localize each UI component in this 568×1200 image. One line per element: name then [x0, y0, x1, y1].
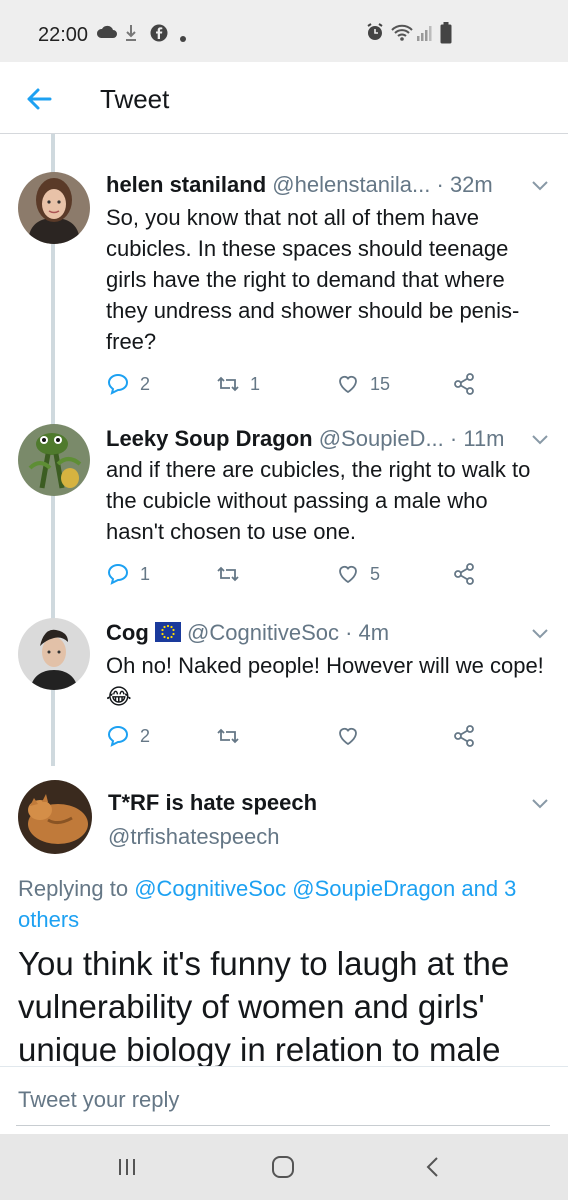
avatar[interactable]: [18, 172, 90, 244]
chevron-down-icon[interactable]: [530, 432, 550, 446]
display-name[interactable]: Cog: [106, 620, 149, 645]
display-name[interactable]: T*RF is hate speech: [108, 790, 317, 816]
top-app-bar: Tweet: [0, 62, 568, 134]
heart-icon: [339, 565, 357, 584]
reply-input[interactable]: Tweet your reply: [18, 1087, 179, 1113]
retweet-icon: [217, 566, 239, 582]
reply-button[interactable]: 2: [106, 372, 150, 396]
tweet-text: So, you know that not all of them have c…: [106, 205, 520, 354]
status-bar: 22:00: [0, 0, 568, 62]
reply-count: 1: [140, 563, 151, 584]
eu-flag-icon: [154, 622, 181, 648]
tweet-text-container: Oh no! Naked people! However will we cop…: [106, 650, 551, 712]
alarm-icon: [365, 22, 385, 47]
tweet-leeky[interactable]: Leeky Soup Dragon @SoupieD... · 11m and …: [0, 414, 568, 604]
retweet-button[interactable]: 1: [216, 372, 260, 396]
chevron-down-icon[interactable]: [530, 626, 550, 640]
download-icon: [124, 24, 138, 47]
facebook-icon: [150, 24, 168, 47]
retweet-button[interactable]: [216, 562, 250, 586]
tweet-time: · 4m: [345, 620, 390, 645]
retweet-button[interactable]: [216, 724, 240, 748]
user-handle[interactable]: @trfishatespeech: [108, 824, 280, 850]
avatar[interactable]: [18, 424, 90, 496]
reply-icon: [107, 373, 129, 395]
tweet-header: helen staniland @helenstanila... · 32m: [106, 172, 493, 198]
share-button[interactable]: [452, 724, 476, 748]
tweet-actions: 2 1 15: [106, 372, 546, 396]
display-name[interactable]: Leeky Soup Dragon: [106, 426, 313, 451]
share-button[interactable]: [452, 372, 476, 396]
wifi-icon: [390, 22, 414, 47]
retweet-count: 1: [250, 373, 261, 394]
reply-button[interactable]: 2: [106, 724, 150, 748]
tweet-header: Cog @CognitiveSoc · 4m: [106, 620, 389, 648]
signal-icon: [416, 24, 434, 47]
reply-count: 2: [140, 725, 151, 746]
avatar[interactable]: [18, 618, 90, 690]
divider: [16, 1125, 550, 1126]
share-icon: [454, 563, 474, 585]
chevron-down-icon[interactable]: [530, 178, 550, 192]
arrow-left-icon[interactable]: [22, 82, 56, 116]
focused-tweet-text: You think it's funny to laugh at the vul…: [18, 945, 510, 1066]
retweet-icon: [217, 728, 239, 744]
like-button[interactable]: 5: [336, 562, 380, 586]
laughing-emoji: 😂: [106, 684, 132, 709]
like-count: 15: [370, 373, 391, 394]
reply-bar: Tweet your reply: [0, 1066, 568, 1134]
tweet-text: Oh no! Naked people! However will we cop…: [106, 653, 544, 678]
heart-icon: [339, 727, 357, 746]
heart-icon: [339, 375, 357, 394]
reply-icon: [107, 725, 129, 747]
home-icon[interactable]: [268, 1152, 298, 1182]
tweet-cog[interactable]: Cog @CognitiveSoc · 4m Oh no! Naked peop…: [0, 604, 568, 766]
battery-icon: [440, 22, 452, 49]
replying-prefix: Replying to: [18, 876, 135, 901]
status-time: 22:00: [38, 24, 89, 46]
user-handle[interactable]: @CognitiveSoc: [187, 620, 339, 645]
reply-icon: [107, 563, 129, 585]
page-title: Tweet: [100, 84, 170, 114]
reply-button[interactable]: 1: [106, 562, 150, 586]
tweet-actions: 2: [106, 724, 546, 748]
like-button[interactable]: [336, 724, 360, 748]
chevron-down-icon[interactable]: [530, 796, 550, 810]
user-handle[interactable]: @helenstanila...: [272, 172, 430, 197]
dot-icon: [180, 29, 186, 47]
retweet-icon: [217, 376, 239, 392]
tweet-time: · 11m: [449, 426, 505, 451]
cloud-icon: [96, 24, 118, 45]
like-button[interactable]: 15: [336, 372, 390, 396]
tweet-actions: 1 5: [106, 562, 546, 586]
tweet-time: · 32m: [436, 172, 493, 197]
replying-to: Replying to @CognitiveSoc @SoupieDragon …: [18, 873, 558, 935]
avatar[interactable]: [18, 780, 92, 854]
reply-count: 2: [140, 373, 151, 394]
share-button[interactable]: [452, 562, 476, 586]
system-nav-bar: [0, 1134, 568, 1200]
share-icon: [454, 725, 474, 747]
tweet-text: and if there are cubicles, the right to …: [106, 457, 531, 544]
recents-icon[interactable]: [112, 1152, 142, 1182]
back-icon[interactable]: [418, 1152, 448, 1182]
like-count: 5: [370, 563, 381, 584]
tweet-header: Leeky Soup Dragon @SoupieD... · 11m: [106, 426, 505, 452]
share-icon: [454, 373, 474, 395]
display-name[interactable]: helen staniland: [106, 172, 266, 197]
tweet-helen[interactable]: helen staniland @helenstanila... · 32m S…: [0, 134, 568, 414]
user-handle[interactable]: @SoupieD...: [319, 426, 444, 451]
